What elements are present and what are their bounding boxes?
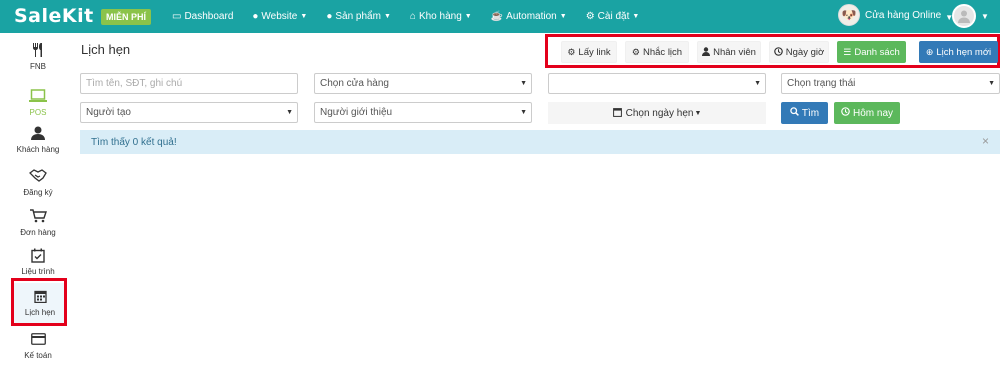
datetime-button[interactable]: Ngày giờ bbox=[769, 41, 829, 63]
staff-button[interactable]: Nhân viên bbox=[697, 41, 761, 63]
user-icon bbox=[0, 126, 76, 142]
clock-icon bbox=[773, 46, 783, 58]
creator-select[interactable]: Người tạo ▼ bbox=[80, 102, 298, 123]
caret-down-icon: ▼ bbox=[988, 80, 995, 87]
list-icon: ☰ bbox=[843, 46, 852, 57]
store-name: Cửa hàng Online bbox=[865, 9, 942, 21]
calendar-icon bbox=[612, 107, 622, 120]
sidebar-item-orders[interactable]: Đơn hàng bbox=[0, 209, 76, 237]
caret-down-icon: ▼ bbox=[300, 13, 308, 20]
home-icon: ⌂ bbox=[409, 11, 416, 22]
salekit-logo[interactable]: SaleKit bbox=[14, 5, 94, 27]
nav-settings[interactable]: ⚙ Cài đặt ▼ bbox=[586, 11, 640, 22]
user-avatar[interactable] bbox=[952, 4, 976, 28]
blank-select[interactable]: ▼ bbox=[548, 73, 766, 94]
caret-down-icon: ▼ bbox=[464, 13, 472, 20]
nav-website[interactable]: ● Website ▼ bbox=[252, 11, 307, 22]
caret-down-icon[interactable]: ▼ bbox=[981, 12, 989, 21]
caret-down-icon: ▼ bbox=[520, 80, 527, 87]
sidebar-item-customers[interactable]: Khách hàng bbox=[0, 126, 76, 154]
alert-message: Tìm thấy 0 kết quả! bbox=[91, 136, 177, 148]
date-picker-button[interactable]: Chọn ngày hẹn ▼ bbox=[548, 102, 766, 124]
top-navbar: SaleKit MIỄN PHÍ ▭ Dashboard ● Website ▼… bbox=[0, 0, 1000, 33]
coffee-icon: ☕ bbox=[490, 11, 504, 22]
store-select[interactable]: Chọn cửa hàng ▼ bbox=[314, 73, 532, 94]
search-icon bbox=[790, 107, 799, 119]
results-alert: Tìm thấy 0 kết quả! × bbox=[80, 130, 1000, 154]
search-input[interactable]: Tìm tên, SĐT, ghi chú bbox=[80, 73, 298, 94]
sidebar-highlight-frame bbox=[11, 278, 67, 326]
gear-icon: ⚙ bbox=[567, 46, 576, 57]
search-button[interactable]: Tìm bbox=[781, 102, 828, 124]
get-link-button[interactable]: ⚙ Lấy link bbox=[561, 41, 617, 63]
gear-icon: ⚙ bbox=[631, 46, 640, 57]
calendar-check-icon bbox=[0, 248, 76, 264]
reminder-button[interactable]: ⚙ Nhắc lịch bbox=[625, 41, 689, 63]
sidebar-item-accounting[interactable]: Kế toán bbox=[0, 332, 76, 360]
globe-icon: ● bbox=[252, 11, 259, 22]
nav-automation[interactable]: ☕ Automation ▼ bbox=[491, 11, 567, 22]
fork-knife-icon bbox=[0, 43, 76, 59]
caret-down-icon: ▼ bbox=[286, 109, 293, 116]
sidebar-item-pos[interactable]: POS bbox=[0, 89, 76, 117]
store-avatar: 🐶 bbox=[838, 4, 860, 26]
caret-down-icon: ▼ bbox=[559, 13, 567, 20]
caret-down-icon: ▼ bbox=[520, 109, 527, 116]
status-select[interactable]: Chọn trạng thái ▼ bbox=[781, 73, 1000, 94]
cart-icon bbox=[0, 209, 76, 225]
laptop-icon bbox=[0, 89, 76, 105]
nav-dashboard[interactable]: ▭ Dashboard bbox=[172, 11, 233, 22]
sidebar: FNB POS Khách hàng Đăng ký Đơn hàng Liệu… bbox=[0, 33, 76, 385]
nav-warehouse[interactable]: ⌂ Kho hàng ▼ bbox=[410, 11, 472, 22]
caret-down-icon: ▼ bbox=[754, 80, 761, 87]
clock-icon bbox=[841, 107, 850, 119]
user-icon bbox=[702, 46, 711, 58]
plus-circle-icon: ⊕ bbox=[925, 46, 934, 57]
main-nav: ▭ Dashboard ● Website ▼ ● Sản phẩm ▼ ⌂ K… bbox=[172, 0, 658, 33]
caret-down-icon: ▼ bbox=[632, 13, 640, 20]
caret-down-icon: ▼ bbox=[383, 13, 391, 20]
nav-products[interactable]: ● Sản phẩm ▼ bbox=[326, 11, 391, 22]
today-button[interactable]: Hôm nay bbox=[834, 102, 900, 124]
close-icon[interactable]: × bbox=[982, 134, 989, 148]
user-silhouette-icon bbox=[958, 10, 970, 23]
credit-card-icon bbox=[0, 332, 76, 348]
sidebar-item-register[interactable]: Đăng ký bbox=[0, 169, 76, 197]
caret-down-icon: ▼ bbox=[694, 109, 702, 117]
store-switcher[interactable]: 🐶 Cửa hàng Online ▼ bbox=[838, 4, 953, 26]
gear-icon: ⚙ bbox=[585, 11, 595, 22]
sidebar-item-fnb[interactable]: FNB bbox=[0, 43, 76, 71]
handshake-icon bbox=[0, 169, 76, 185]
page-title: Lịch hẹn bbox=[81, 42, 131, 57]
product-icon: ● bbox=[326, 11, 333, 22]
sidebar-item-treatments[interactable]: Liệu trình bbox=[0, 248, 76, 276]
monitor-icon: ▭ bbox=[172, 11, 182, 22]
free-badge: MIỄN PHÍ bbox=[101, 9, 152, 25]
list-view-button[interactable]: ☰ Danh sách bbox=[837, 41, 906, 63]
new-appointment-button[interactable]: ⊕ Lịch hẹn mới bbox=[919, 41, 998, 63]
referrer-select[interactable]: Người giới thiệu ▼ bbox=[314, 102, 532, 123]
